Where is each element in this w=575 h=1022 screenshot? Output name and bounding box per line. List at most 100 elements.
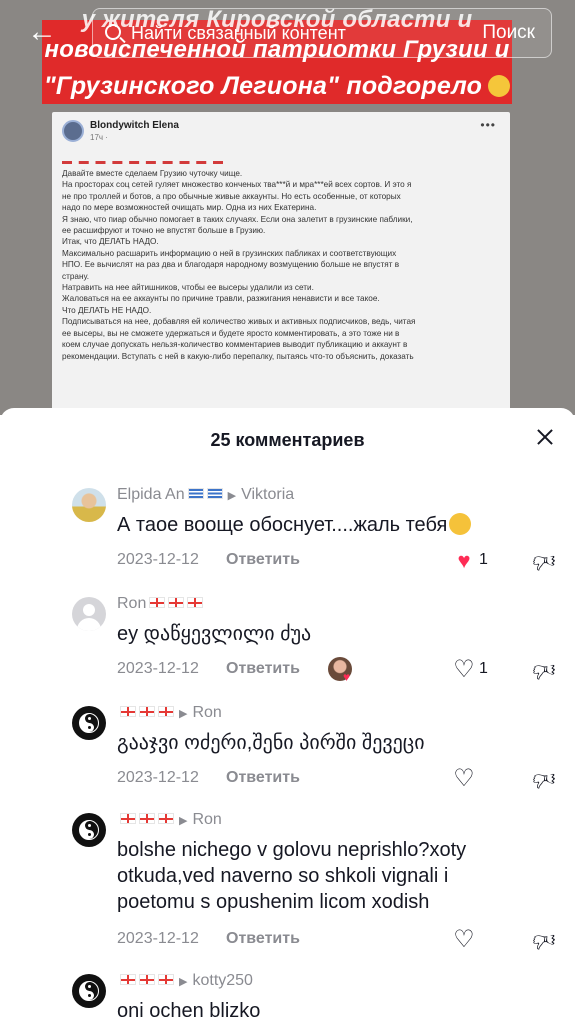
post-line: Максимально расшарить информацию о ней в… [62, 248, 397, 258]
heart-filled-icon[interactable]: ♥ [452, 549, 476, 573]
greece-flag-icon [187, 488, 204, 499]
yin-yang-icon [79, 981, 99, 1001]
reply-arrow-icon: ▶ [227, 490, 237, 502]
comment-header: Ron [117, 595, 204, 613]
post-meta: 17ч · [90, 133, 108, 142]
comment-text: oni ochen blizko [117, 1000, 261, 1022]
thumbs-down-icon[interactable]: 👍︎ [532, 658, 556, 683]
reply-button[interactable]: Ответить [226, 930, 300, 948]
georgia-flag-icon [139, 706, 155, 717]
avatar[interactable] [72, 974, 106, 1008]
georgia-flag-icon [120, 706, 136, 717]
reply-to-username[interactable]: Ron [192, 811, 221, 828]
reply-arrow-icon: ▶ [179, 708, 188, 720]
comment-header: ▶ Ron [117, 811, 222, 829]
comment-header: ▶ Ron [117, 704, 222, 722]
post-line: ее расшифруют и точно не впустят больше … [62, 226, 266, 236]
comment-text: А таое вооще обоснует....жаль тебя [117, 512, 547, 538]
comment-text-line: poetomu s opushenim licom xodish [117, 891, 430, 913]
comment-text: გააჯვი ოძერი,შენი პირში შევეცი [117, 732, 425, 754]
avatar[interactable] [72, 813, 106, 847]
post-line: Подписываться на нее, добавляя ей количе… [62, 317, 416, 327]
comment-text-line: bolshe nichego v golovu neprishlo?xoty [117, 839, 467, 861]
reply-arrow-icon: ▶ [179, 976, 188, 988]
post-line: коем случае допускать нельзя-количество … [62, 340, 408, 350]
yin-yang-icon [79, 820, 99, 840]
post-line: страну. [62, 271, 90, 281]
georgia-flag-icon [139, 974, 155, 985]
like-count: 1 [479, 551, 488, 568]
heart-outline-icon[interactable]: ♡ [452, 767, 476, 791]
close-icon[interactable] [530, 422, 560, 452]
avatar[interactable] [72, 706, 106, 740]
thumbs-down-icon[interactable]: 👍︎ [532, 928, 556, 953]
thumbs-down-icon[interactable]: 👍︎ [532, 549, 556, 574]
georgia-flag-icon [187, 597, 204, 608]
georgia-flag-icon [120, 813, 136, 824]
comment-header: Elpida An ▶ Viktoria [117, 486, 294, 504]
smirk-emoji-icon [449, 513, 472, 535]
heart-outline-icon[interactable]: ♡ [452, 658, 476, 682]
post-line: надо по мере возможностей очищать мир. О… [62, 203, 317, 213]
post-line: Что ДЕЛАТЬ НЕ НАДО. [62, 305, 152, 315]
georgia-flag-icon [120, 974, 136, 985]
reply-to-username[interactable]: kotty250 [192, 972, 252, 989]
comments-sheet: 25 комментариев Elpida An ▶ Viktoria А тао… [0, 408, 575, 1022]
like-count: 1 [479, 660, 488, 677]
georgia-flag-icon [158, 706, 174, 717]
more-options-icon: ••• [480, 118, 496, 132]
greece-flag-icon [206, 488, 223, 499]
post-line: Давайте вместе сделаем Грузию чуточку чи… [62, 169, 243, 178]
post-author-avatar [62, 120, 84, 142]
post-line: Жаловаться на ее аккаунты по причине тра… [62, 294, 380, 304]
georgia-flag-icon [158, 813, 174, 824]
post-line: Натравить на нее айтишников, чтобы ее вы… [62, 283, 314, 293]
reply-to-username[interactable]: Viktoria [241, 486, 294, 503]
georgia-flag-icon [168, 597, 185, 608]
heart-badge-icon: ♥ [343, 670, 351, 684]
avatar[interactable] [72, 597, 106, 631]
facebook-post-screenshot: Blondywitch Elena 17ч · ••• ▬ ▬ ▬ ▬ ▬ ▬ … [52, 112, 510, 415]
comment-username[interactable]: Ron [117, 595, 146, 612]
arrow-left-icon: ← [27, 15, 57, 48]
search-button[interactable]: Поиск [482, 22, 535, 44]
back-button[interactable]: ← [24, 14, 60, 50]
top-bar: ← Поиск [0, 0, 575, 66]
post-body: Давайте вместе сделаем Грузию чуточку чи… [62, 168, 502, 362]
comment-date: 2023-12-12 [117, 769, 199, 786]
comment-text-line: otkuda,ved naverno so shkoli vignali i [117, 865, 449, 887]
grin-emoji-icon [488, 75, 511, 97]
reply-to-username[interactable]: Ron [192, 704, 221, 721]
post-line: На просторах соц сетей гуляет множество … [62, 180, 412, 190]
reply-button[interactable]: Ответить [226, 660, 300, 678]
comment-text: bolshe nichego v golovu neprishlo?xoty o… [117, 837, 547, 915]
georgia-flag-icon [139, 813, 155, 824]
post-line: рекомендации. Вступать с ней в какую-либ… [62, 351, 414, 361]
banner-line-3: "Грузинского Легиона" подгорело [42, 72, 512, 101]
comment-date: 2023-12-12 [117, 930, 199, 947]
post-line: Я знаю, что пиар обычно помогает в таких… [62, 214, 413, 224]
post-line: ее высеры, вы не сможете удержаться и бу… [62, 328, 400, 338]
comment-date: 2023-12-12 [117, 660, 199, 677]
comments-count-title: 25 комментариев [210, 430, 365, 450]
georgia-flag-icon [149, 597, 166, 608]
comment-header: ▶ kotty250 [117, 972, 253, 990]
search-box[interactable]: Поиск [92, 8, 552, 58]
reply-button[interactable]: Ответить [226, 551, 300, 569]
comment-date: 2023-12-12 [117, 551, 199, 568]
post-line: НПО. Ее вычислят на раз два и благодаря … [62, 260, 400, 270]
search-input[interactable] [131, 21, 431, 45]
post-author-name: Blondywitch Elena [90, 120, 179, 131]
comment-username[interactable]: Elpida An [117, 486, 185, 503]
heart-outline-icon[interactable]: ♡ [452, 928, 476, 952]
thumbs-down-icon[interactable]: 👍︎ [532, 767, 556, 792]
reply-button[interactable]: Ответить [226, 769, 300, 787]
post-line: не про троллей и ботов, а про обычные жи… [62, 191, 401, 201]
post-decoration: ▬ ▬ ▬ ▬ ▬ ▬ ▬ ▬ ▬ ▬ [62, 156, 226, 167]
reply-arrow-icon: ▶ [179, 815, 188, 827]
search-icon [105, 24, 121, 40]
comment-text: ey დაწყევლილი ძუა [117, 623, 312, 645]
georgia-flag-icon [158, 974, 174, 985]
avatar[interactable] [72, 488, 106, 522]
yin-yang-icon [79, 713, 99, 733]
